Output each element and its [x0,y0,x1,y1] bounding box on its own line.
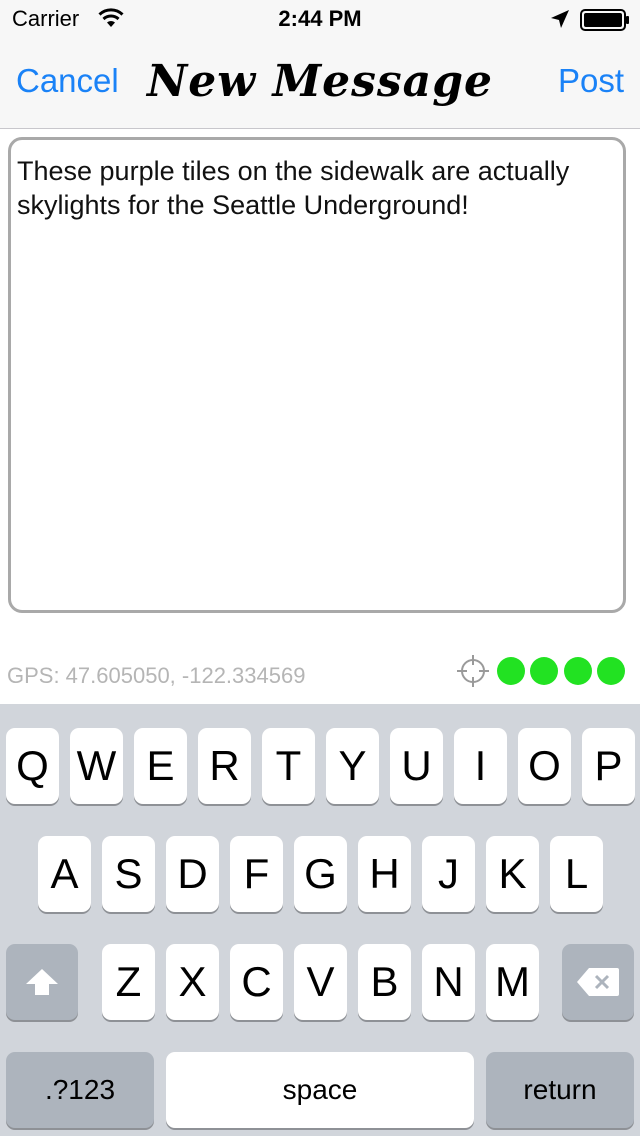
key-x[interactable]: X [166,944,219,1020]
key-d[interactable]: D [166,836,219,912]
key-m[interactable]: M [486,944,539,1020]
signal-dot [597,657,625,685]
signal-dot [530,657,558,685]
key-a[interactable]: A [38,836,91,912]
battery-icon [580,9,630,36]
key-o[interactable]: O [518,728,571,804]
navigation-bar: Cancel New Message Post [0,40,640,129]
message-textarea[interactable]: These purple tiles on the sidewalk are a… [8,137,626,613]
location-arrow-icon [550,9,570,34]
key-i[interactable]: I [454,728,507,804]
key-v[interactable]: V [294,944,347,1020]
key-r[interactable]: R [198,728,251,804]
key-j[interactable]: J [422,836,475,912]
key-z[interactable]: Z [102,944,155,1020]
signal-dot [564,657,592,685]
status-time: 2:44 PM [278,6,362,31]
return-key[interactable]: return [486,1052,634,1128]
key-e[interactable]: E [134,728,187,804]
shift-icon [26,969,58,995]
crosshair-icon[interactable] [457,655,489,692]
key-l[interactable]: L [550,836,603,912]
key-q[interactable]: Q [6,728,59,804]
key-k[interactable]: K [486,836,539,912]
key-w[interactable]: W [70,728,123,804]
keyboard: Q W E R T Y U I O P A S D F G H J K L Z … [0,704,640,1136]
key-p[interactable]: P [582,728,635,804]
space-key[interactable]: space [166,1052,474,1128]
key-g[interactable]: G [294,836,347,912]
key-b[interactable]: B [358,944,411,1020]
key-u[interactable]: U [390,728,443,804]
backspace-icon [577,968,619,996]
shift-key[interactable] [6,944,78,1020]
backspace-key[interactable] [562,944,634,1020]
numbers-key[interactable]: .?123 [6,1052,154,1128]
post-button[interactable]: Post [558,62,624,100]
page-title: New Message [147,56,493,107]
key-h[interactable]: H [358,836,411,912]
signal-dot [497,657,525,685]
key-c[interactable]: C [230,944,283,1020]
key-y[interactable]: Y [326,728,379,804]
key-s[interactable]: S [102,836,155,912]
key-n[interactable]: N [422,944,475,1020]
gps-coordinates: GPS: 47.605050, -122.334569 [7,663,306,688]
key-t[interactable]: T [262,728,315,804]
key-f[interactable]: F [230,836,283,912]
status-bar: Carrier 2:44 PM [0,0,640,40]
